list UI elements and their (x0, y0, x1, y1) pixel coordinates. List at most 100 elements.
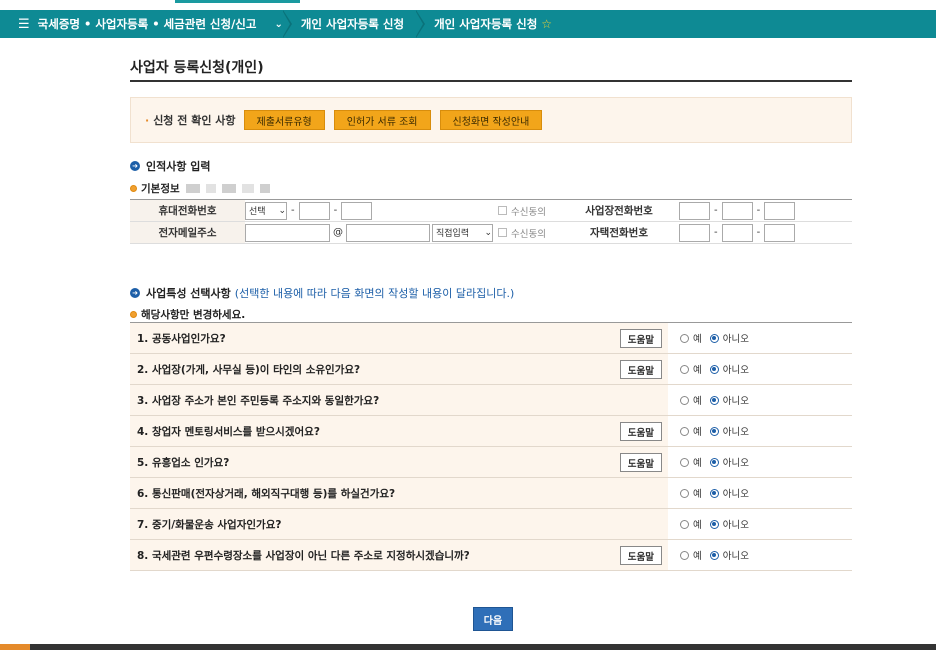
biz-phone-area-input[interactable] (679, 201, 710, 220)
mobile-last-input[interactable] (341, 201, 373, 220)
no-radio[interactable] (709, 364, 719, 374)
biz-phone-last-input[interactable] (764, 201, 796, 220)
question-row: 7. 중기/화물운송 사업자인가요? 예 아니오 (130, 509, 852, 540)
yes-radio[interactable] (680, 457, 689, 467)
mobile-prefix-select[interactable]: 선택 ⌄ (245, 201, 287, 220)
permit-doc-search-button[interactable]: 인허가 서류 조회 (333, 110, 431, 130)
no-radio[interactable] (709, 457, 719, 467)
help-button[interactable]: 도움말 (619, 422, 662, 441)
breadcrumb-item-2[interactable]: 개인 사업자등록 신청 ☆ (415, 10, 564, 38)
yes-label: 예 (693, 427, 702, 438)
no-radio[interactable] (709, 488, 719, 498)
yes-option[interactable]: 예 (680, 517, 702, 531)
no-option[interactable]: 아니오 (709, 331, 749, 345)
no-option[interactable]: 아니오 (709, 517, 749, 531)
biz-phone-inputs: - - (667, 200, 852, 221)
no-radio[interactable] (709, 333, 719, 343)
top-accent-bar (175, 0, 300, 3)
help-button[interactable]: 도움말 (619, 360, 662, 379)
dash-separator: - (291, 205, 295, 216)
home-phone-mid-input[interactable] (721, 223, 753, 242)
no-label: 아니오 (722, 489, 749, 500)
main-menu[interactable]: ☰ 국세증명 • 사업자등록 • 세금관련 신청/신고 ⌄ (0, 10, 283, 38)
email-domain-input[interactable] (346, 223, 430, 242)
form-guide-button[interactable]: 신청화면 작성안내 (439, 110, 543, 130)
yes-option[interactable]: 예 (680, 486, 702, 500)
email-consent-label: 수신동의 (511, 228, 546, 240)
footer-accent (0, 644, 30, 650)
help-button[interactable]: 도움말 (619, 546, 662, 565)
mobile-consent-label: 수신동의 (511, 206, 546, 218)
personal-section-title: 인적사항 입력 (146, 160, 211, 173)
home-phone-area-input[interactable] (679, 223, 710, 242)
dash-separator: - (756, 205, 761, 216)
question-cell: 6. 통신판매(전자상거래, 해외직구대행 등)를 하실건가요? (130, 478, 668, 508)
no-radio[interactable] (709, 426, 719, 436)
dash-separator: - (756, 227, 761, 238)
yes-radio[interactable] (680, 333, 689, 343)
yes-option[interactable]: 예 (680, 393, 702, 407)
mobile-row: 휴대전화번호 선택 ⌄ - - 수신동의 사업장전화번호 - - (130, 200, 852, 222)
favorite-star-icon[interactable]: ☆ (541, 17, 552, 31)
email-consent-checkbox[interactable] (498, 228, 507, 237)
question-cell: 2. 사업장(가게, 사무실 등)이 타인의 소유인가요? 도움말 (130, 354, 668, 384)
yes-radio[interactable] (680, 519, 689, 529)
home-phone-label: 자택전화번호 (571, 222, 667, 243)
hamburger-icon[interactable]: ☰ (18, 17, 30, 32)
bullet-icon: · (145, 114, 150, 127)
question-text: 3. 사업장 주소가 본인 주민등록 주소지와 동일한가요? (137, 394, 380, 407)
pre-check-notice: · 신청 전 확인 사항 제출서류유형 인허가 서류 조회 신청화면 작성안내 (130, 97, 852, 143)
question-text: 7. 중기/화물운송 사업자인가요? (137, 518, 282, 531)
no-radio[interactable] (709, 550, 719, 560)
no-option[interactable]: 아니오 (709, 455, 749, 469)
question-cell: 4. 창업자 멘토링서비스를 받으시겠어요? 도움말 (130, 416, 668, 446)
answer-cell: 예 아니오 (668, 447, 852, 477)
yes-radio[interactable] (680, 395, 689, 405)
home-phone-last-input[interactable] (764, 223, 796, 242)
no-option[interactable]: 아니오 (709, 393, 749, 407)
no-radio[interactable] (709, 519, 719, 529)
question-text: 1. 공동사업인가요? (137, 332, 226, 345)
yes-radio[interactable] (680, 426, 689, 436)
no-radio[interactable] (709, 395, 719, 405)
question-text: 4. 창업자 멘토링서비스를 받으시겠어요? (137, 425, 320, 438)
email-id-input[interactable] (245, 223, 330, 242)
yes-radio[interactable] (680, 550, 689, 560)
yes-option[interactable]: 예 (680, 331, 702, 345)
main-menu-label: 국세증명 • 사업자등록 • 세금관련 신청/신고 (37, 17, 257, 31)
mobile-consent[interactable]: 수신동의 (495, 200, 571, 221)
orange-bullet-icon (130, 185, 137, 192)
mobile-consent-checkbox[interactable] (498, 206, 507, 215)
no-option[interactable]: 아니오 (709, 424, 749, 438)
breadcrumb-item-1[interactable]: 개인 사업자등록 신청 (281, 10, 416, 38)
email-consent[interactable]: 수신동의 (495, 222, 571, 243)
no-option[interactable]: 아니오 (709, 548, 749, 562)
question-cell: 5. 유흥업소 인가요? 도움말 (130, 447, 668, 477)
yes-radio[interactable] (680, 488, 689, 498)
next-button[interactable]: 다음 (473, 607, 513, 631)
features-section-note: (선택한 내용에 따라 다음 화면의 작성할 내용이 달라집니다.) (234, 287, 515, 300)
arrow-circle-icon: ➜ (130, 288, 140, 298)
yes-label: 예 (693, 396, 702, 407)
submit-doc-type-button[interactable]: 제출서류유형 (243, 110, 325, 130)
question-text: 6. 통신판매(전자상거래, 해외직구대행 등)를 하실건가요? (137, 487, 396, 500)
yes-option[interactable]: 예 (680, 455, 702, 469)
yes-radio[interactable] (680, 364, 689, 374)
help-button[interactable]: 도움말 (619, 453, 662, 472)
biz-phone-mid-input[interactable] (721, 201, 753, 220)
yes-label: 예 (693, 458, 702, 469)
yes-option[interactable]: 예 (680, 548, 702, 562)
no-option[interactable]: 아니오 (709, 486, 749, 500)
yes-option[interactable]: 예 (680, 424, 702, 438)
question-row: 4. 창업자 멘토링서비스를 받으시겠어요? 도움말 예 아니오 (130, 416, 852, 447)
mobile-label: 휴대전화번호 (130, 200, 245, 221)
yes-option[interactable]: 예 (680, 362, 702, 376)
help-button[interactable]: 도움말 (619, 329, 662, 348)
question-text: 2. 사업장(가게, 사무실 등)이 타인의 소유인가요? (137, 363, 361, 376)
breadcrumb-label-1: 개인 사업자등록 신청 (300, 17, 405, 31)
no-option[interactable]: 아니오 (709, 362, 749, 376)
no-label: 아니오 (722, 334, 749, 345)
features-section-title: 사업특성 선택사항 (146, 287, 231, 300)
mobile-mid-input[interactable] (298, 201, 330, 220)
email-domain-select[interactable]: 직접입력 ⌄ (432, 223, 493, 242)
